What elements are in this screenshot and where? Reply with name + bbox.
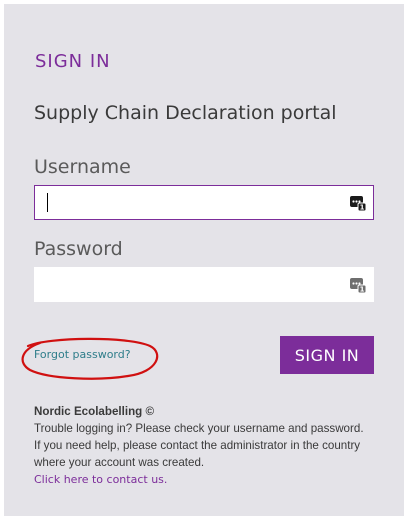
contact-us-link[interactable]: Click here to contact us.	[34, 471, 384, 488]
password-field-container[interactable]: 1	[34, 267, 374, 302]
portal-title: Supply Chain Declaration portal	[34, 102, 337, 124]
username-input[interactable]	[43, 190, 347, 217]
password-label: Password	[34, 238, 123, 260]
username-field-container[interactable]: 1	[34, 185, 374, 220]
password-input[interactable]	[43, 272, 347, 299]
sign-in-button[interactable]: SIGN IN	[280, 336, 374, 374]
password-manager-icon[interactable]: 1	[349, 276, 367, 294]
organization-name: Nordic Ecolabelling ©	[34, 405, 154, 418]
username-label: Username	[34, 156, 131, 178]
help-text-line: where your account was created.	[34, 456, 205, 469]
forgot-password-link[interactable]: Forgot password?	[34, 348, 131, 361]
help-text-line: Trouble logging in? Please check your us…	[34, 422, 364, 435]
help-text-line: If you need help, please contact the adm…	[34, 439, 361, 452]
password-manager-icon[interactable]: 1	[349, 194, 367, 212]
svg-text:1: 1	[360, 286, 365, 294]
svg-text:1: 1	[360, 204, 365, 212]
text-caret	[47, 193, 48, 212]
footer-info: Nordic Ecolabelling © Trouble logging in…	[34, 403, 384, 488]
sign-in-heading: SIGN IN	[35, 51, 111, 72]
login-panel: SIGN IN Supply Chain Declaration portal …	[4, 4, 404, 516]
